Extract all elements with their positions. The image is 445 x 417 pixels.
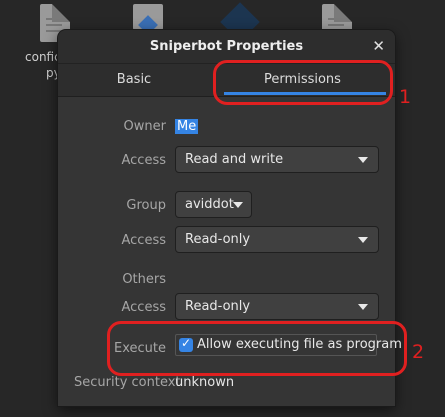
others-access-value: Read-only xyxy=(185,299,251,314)
group-access-value: Read-only xyxy=(185,232,251,247)
security-context-label: Security context xyxy=(74,375,181,390)
security-context-value: unknown xyxy=(175,375,235,390)
title-bar: Sniperbot Properties ✕ xyxy=(58,30,395,64)
group-access-dropdown[interactable]: Read-only xyxy=(175,226,379,253)
group-value: aviddot xyxy=(185,197,234,212)
others-access-dropdown[interactable]: Read-only xyxy=(175,293,379,320)
owner-access-dropdown[interactable]: Read and write xyxy=(175,146,379,173)
annotation-box-2 xyxy=(107,321,407,376)
chevron-down-icon xyxy=(358,304,368,310)
others-access-label: Access xyxy=(121,300,166,315)
owner-value: Me xyxy=(175,119,199,134)
dialog-title: Sniperbot Properties xyxy=(149,39,304,54)
group-dropdown[interactable]: aviddot xyxy=(175,191,252,218)
chevron-down-icon xyxy=(233,202,243,208)
chevron-down-icon xyxy=(358,157,368,163)
tab-basic[interactable]: Basic xyxy=(58,64,210,96)
annotation-number-2: 2 xyxy=(412,341,425,363)
group-access-label: Access xyxy=(121,233,166,248)
owner-label: Owner xyxy=(123,119,166,134)
owner-access-value: Read and write xyxy=(185,152,284,167)
annotation-box-1 xyxy=(213,60,393,105)
chevron-down-icon xyxy=(358,237,368,243)
annotation-number-1: 1 xyxy=(399,86,412,108)
close-icon[interactable]: ✕ xyxy=(372,37,385,55)
owner-access-label: Access xyxy=(121,153,166,168)
others-label: Others xyxy=(122,272,166,287)
desktop-icon-label: confic xyxy=(25,50,61,64)
group-label: Group xyxy=(126,198,166,213)
